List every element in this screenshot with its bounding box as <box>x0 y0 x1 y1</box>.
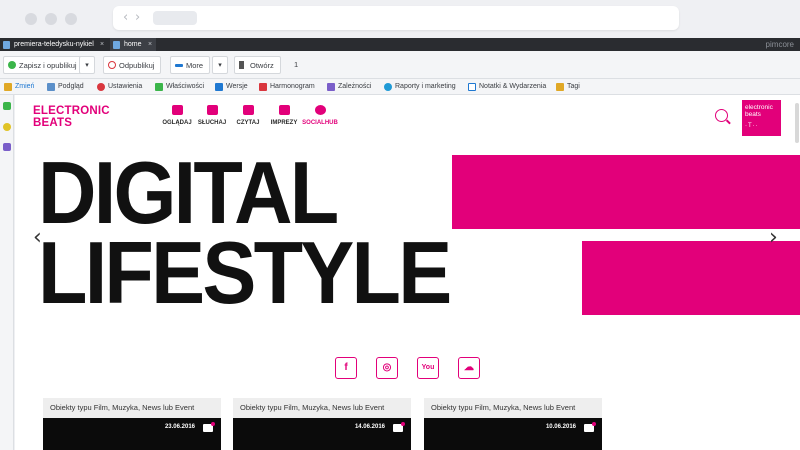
hero-banner: DIGITAL LIFESTYLE ‹ › <box>15 143 800 323</box>
tab-schedule[interactable]: Harmonogram <box>258 79 315 95</box>
back-icon[interactable]: ‹ <box>123 10 128 25</box>
more-options-button[interactable]: ▾ <box>212 56 228 74</box>
editor-tabbar: premiera-teledysku-nykiel × home × pimco… <box>0 38 800 51</box>
check-icon <box>8 61 16 69</box>
open-button[interactable]: Otwórz <box>234 56 281 74</box>
hero-pink-bar-bottom <box>582 241 800 315</box>
card-image: 14.06.2016 <box>233 418 411 450</box>
cleanup-icon[interactable] <box>3 143 11 151</box>
window-zoom-dot[interactable] <box>65 13 77 25</box>
tab-edit[interactable]: Zmień <box>3 79 34 95</box>
user-icon <box>314 105 326 115</box>
tab-dependencies[interactable]: Zależności <box>326 79 371 95</box>
document-toolbar: Zapisz i opublikuj ▾ Odpublikuj More ▾ O… <box>0 51 800 79</box>
forward-icon[interactable]: › <box>135 10 140 25</box>
card-date: 14.06.2016 <box>354 424 385 430</box>
more-button[interactable]: More <box>170 56 211 74</box>
tab-label: home <box>124 41 142 48</box>
electronic-beats-badge[interactable]: electronic beats ·T·· <box>742 100 781 136</box>
save-publish-button[interactable]: Zapisz i opublikuj <box>3 56 84 74</box>
nav-watch[interactable]: OGLĄDAJ <box>157 105 197 126</box>
left-rail <box>0 95 14 450</box>
card-image: 23.06.2016 <box>43 418 221 450</box>
tab-preview[interactable]: Podgląd <box>46 79 84 95</box>
tab-premiera[interactable]: premiera-teledysku-nykiel × <box>0 38 108 51</box>
tab-settings[interactable]: Ustawienia <box>96 79 142 95</box>
site-logo[interactable]: ELECTRONIC BEATS <box>33 105 110 129</box>
reports-icon <box>384 83 392 91</box>
comment-icon <box>393 422 405 432</box>
comment-icon <box>584 422 596 432</box>
properties-icon <box>155 83 163 91</box>
tab-home[interactable]: home × <box>110 38 156 51</box>
card-title: Obiekty typu Film, Muzyka, News lub Even… <box>43 398 221 418</box>
tab-properties[interactable]: Właściwości <box>154 79 204 95</box>
comment-icon <box>203 422 215 432</box>
pimcore-logo: pimcore <box>765 40 794 49</box>
instagram-icon[interactable]: ◎ <box>376 357 398 379</box>
url-placeholder[interactable] <box>153 11 197 25</box>
video-icon <box>171 105 183 115</box>
unpublish-button[interactable]: Odpublikuj <box>103 56 162 74</box>
nav-socialhub[interactable]: SOCIALHUB <box>300 105 340 126</box>
card-title: Obiekty typu Film, Muzyka, News lub Even… <box>233 398 411 418</box>
versions-icon <box>215 83 223 91</box>
music-note-icon <box>206 105 218 115</box>
card-date: 10.06.2016 <box>545 424 576 430</box>
tab-notes-events[interactable]: Notatki & Wydarzenia <box>467 79 546 95</box>
lightbulb-icon[interactable] <box>3 123 11 131</box>
notes-icon <box>468 83 476 91</box>
search-icon[interactable] <box>715 109 728 122</box>
tab-label: premiera-teledysku-nykiel <box>14 41 94 48</box>
window-close-dot[interactable] <box>25 13 37 25</box>
hero-line-2: LIFESTYLE <box>38 223 452 322</box>
cursor-icon <box>239 61 244 69</box>
refresh-icon[interactable] <box>3 102 11 110</box>
preview-icon <box>47 83 55 91</box>
article-icon <box>242 105 254 115</box>
browser-chrome: ‹ › <box>0 0 800 38</box>
content-card[interactable]: Obiekty typu Film, Muzyka, News lub Even… <box>424 398 602 450</box>
tab-versions[interactable]: Wersje <box>214 79 248 95</box>
close-icon[interactable]: × <box>100 38 104 51</box>
calendar-icon <box>278 105 290 115</box>
content-card[interactable]: Obiekty typu Film, Muzyka, News lub Even… <box>233 398 411 450</box>
card-title: Obiekty typu Film, Muzyka, News lub Even… <box>424 398 602 418</box>
dependencies-icon <box>327 83 335 91</box>
version-count: 1 <box>294 60 299 69</box>
close-icon[interactable]: × <box>148 38 152 51</box>
gear-icon <box>97 83 105 91</box>
page-editor-canvas: ELECTRONIC BEATS OGLĄDAJ SŁUCHAJ CZYTAJ … <box>15 95 800 450</box>
tab-reports[interactable]: Raporty i marketing <box>383 79 456 95</box>
nav-events[interactable]: IMPREZY <box>264 105 304 126</box>
facebook-icon[interactable]: f <box>335 357 357 379</box>
view-tabs: Zmień Podgląd Ustawienia Właściwości Wer… <box>0 79 800 95</box>
telekom-logo: ·T·· <box>745 123 759 129</box>
unpublish-icon <box>108 61 116 69</box>
document-icon <box>3 41 10 49</box>
card-date: 23.06.2016 <box>164 424 195 430</box>
nav-read[interactable]: CZYTAJ <box>228 105 268 126</box>
window-minimize-dot[interactable] <box>45 13 57 25</box>
document-icon <box>113 41 120 49</box>
more-icon <box>175 64 183 67</box>
carousel-prev-icon[interactable]: ‹ <box>33 225 42 250</box>
scrollbar[interactable] <box>795 103 799 143</box>
youtube-icon[interactable]: You <box>417 357 439 379</box>
app-window: ‹ › premiera-teledysku-nykiel × home × p… <box>0 0 800 450</box>
tag-icon <box>556 83 564 91</box>
address-bar[interactable]: ‹ › <box>113 6 679 30</box>
calendar-icon <box>259 83 267 91</box>
soundcloud-icon[interactable]: ☁ <box>458 357 480 379</box>
nav-listen[interactable]: SŁUCHAJ <box>192 105 232 126</box>
carousel-next-icon[interactable]: › <box>769 225 778 250</box>
hero-pink-bar-top <box>452 155 800 229</box>
tab-tags[interactable]: Tagi <box>555 79 580 95</box>
save-options-button[interactable]: ▾ <box>79 56 95 74</box>
hero-line-1: DIGITAL <box>38 143 339 242</box>
pencil-icon <box>4 83 12 91</box>
content-card[interactable]: Obiekty typu Film, Muzyka, News lub Even… <box>43 398 221 450</box>
card-image: 10.06.2016 <box>424 418 602 450</box>
